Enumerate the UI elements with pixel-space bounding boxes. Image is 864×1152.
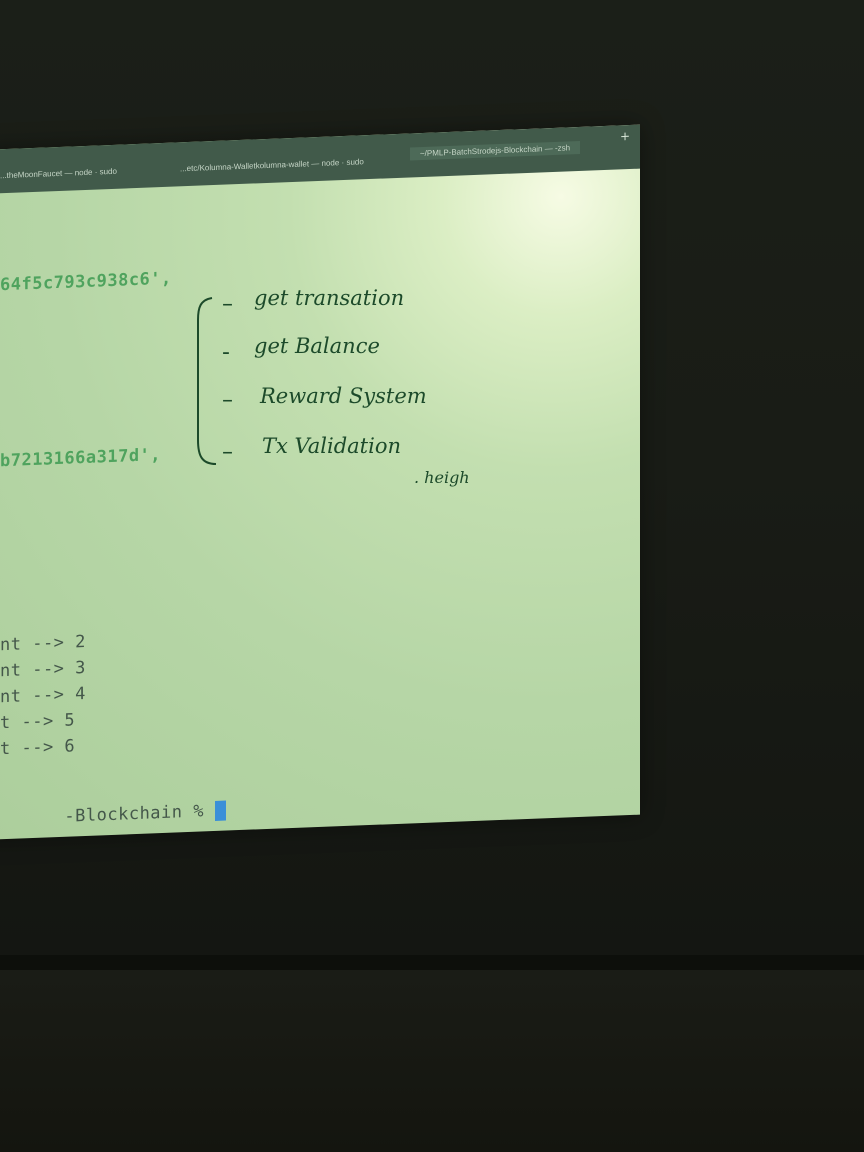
tab-bar: ...theMoonFaucet — node · sudo ...etc/Ko… <box>0 124 640 194</box>
terminal-window: ...theMoonFaucet — node · sudo ...etc/Ko… <box>0 124 640 840</box>
output-line: t --> 6 <box>0 736 76 760</box>
tab-blockchain-active[interactable]: ~/PMLP-BatchStrodejs-Blockchain — -zsh <box>410 140 581 161</box>
background-surface <box>0 970 864 1152</box>
output-line: t --> 5 <box>0 710 76 734</box>
output-line: nt --> 4 <box>0 683 86 708</box>
tab-kolumna-wallet[interactable]: ...etc/Kolumna-Walletkolumna-wallet — no… <box>180 157 364 173</box>
new-tab-button[interactable]: + <box>620 129 630 143</box>
screen-bezel <box>0 955 864 971</box>
photo-scene: ...theMoonFaucet — node · sudo ...etc/Ko… <box>0 0 864 1152</box>
hash-line-2: b7213166a317d', <box>0 445 162 472</box>
hash-line-1: 64f5c793c938c6', <box>0 268 172 296</box>
output-line: nt --> 3 <box>0 657 86 682</box>
tab-moon-faucet[interactable]: ...theMoonFaucet — node · sudo <box>0 167 117 180</box>
text-cursor <box>214 800 226 821</box>
output-line: nt --> 2 <box>0 631 86 656</box>
prompt-text: -Blockchain % <box>64 800 215 827</box>
command-prompt[interactable]: -Blockchain % <box>0 781 226 840</box>
